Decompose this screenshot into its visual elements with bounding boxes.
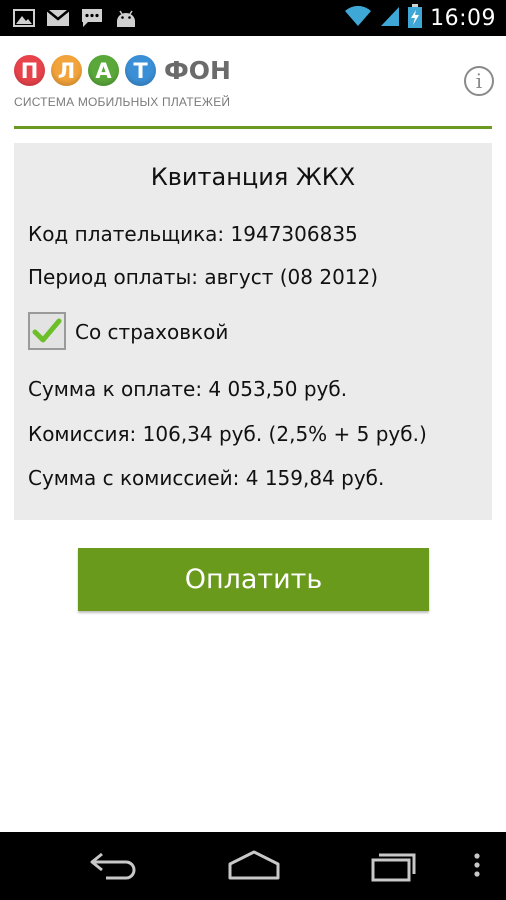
back-icon[interactable] — [88, 848, 138, 882]
home-icon[interactable] — [227, 848, 281, 882]
checkmark-icon — [32, 318, 62, 343]
commission: Комиссия: 106,34 руб. (2,5% + 5 руб.) — [28, 422, 427, 446]
info-icon: i — [475, 69, 483, 93]
logo-letter: П — [14, 55, 45, 86]
payer-code: Код плательщика: 1947306835 — [28, 222, 358, 246]
receipt-card: Квитанция ЖКХ Код плательщика: 194730683… — [14, 143, 492, 520]
message-icon — [80, 6, 104, 30]
clock: 16:09 — [430, 5, 496, 31]
logo-subtitle: СИСТЕМА МОБИЛЬНЫХ ПЛАТЕЖЕЙ — [14, 95, 231, 109]
signal-icon — [380, 5, 400, 31]
android-icon — [114, 6, 138, 30]
menu-icon[interactable] — [470, 848, 484, 882]
wifi-icon — [344, 5, 372, 31]
logo-text: ФОН — [164, 56, 231, 85]
info-button[interactable]: i — [464, 66, 494, 96]
logo-letter: А — [88, 55, 119, 86]
gmail-icon — [46, 6, 70, 30]
amount-due: Сумма к оплате: 4 053,50 руб. — [28, 377, 348, 401]
logo-letter: Л — [51, 55, 82, 86]
insurance-label[interactable]: Со страховкой — [75, 320, 228, 344]
platfon-logo: П Л А Т ФОН — [14, 55, 231, 86]
recent-apps-icon[interactable] — [370, 848, 420, 882]
gallery-icon — [12, 6, 36, 30]
insurance-checkbox[interactable] — [28, 312, 66, 350]
header-divider — [14, 126, 492, 129]
receipt-title: Квитанция ЖКХ — [150, 163, 356, 191]
total-with-commission: Сумма с комиссией: 4 159,84 руб. — [28, 466, 385, 490]
logo-letter: Т — [125, 55, 156, 86]
status-bar: 16:09 — [0, 0, 506, 36]
navigation-bar — [0, 832, 506, 900]
pay-button[interactable]: Оплатить — [78, 548, 429, 611]
app-header: П Л А Т ФОН СИСТЕМА МОБИЛЬНЫХ ПЛАТЕЖЕЙ i — [0, 36, 506, 128]
battery-charging-icon — [408, 4, 423, 32]
payment-period: Период оплаты: август (08 2012) — [28, 265, 379, 289]
